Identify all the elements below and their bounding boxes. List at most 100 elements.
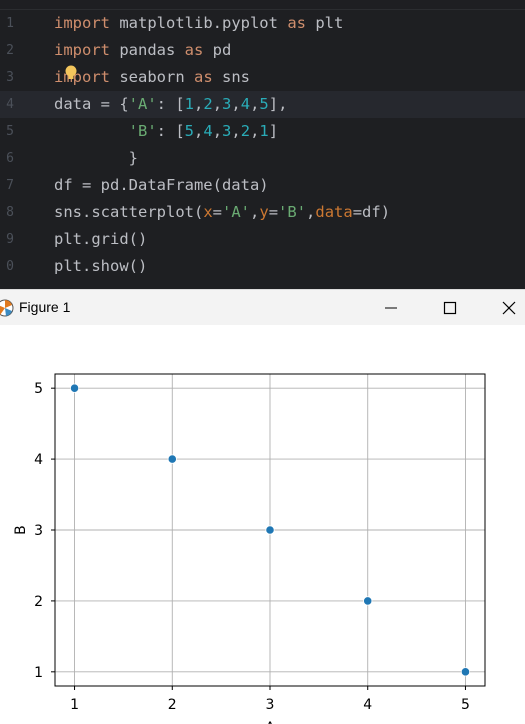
code-token: , [194,95,204,113]
code-token: import [54,41,110,59]
code-line[interactable]: 8 sns.scatterplot(x='A',y='B',data=df) [0,199,525,226]
maximize-button[interactable] [427,290,473,326]
code-token: 'B' [128,122,157,140]
code-token: = [212,203,222,221]
data-point [363,596,373,606]
code-text: import pandas as pd [54,37,231,64]
code-token: plt.grid() [54,230,148,248]
close-button[interactable] [486,290,525,326]
code-token: x [203,203,213,221]
lightbulb-icon[interactable] [64,65,78,81]
code-token: import [54,68,110,86]
line-number: 8 [6,205,14,220]
code-token: , [231,95,241,113]
code-text: plt.show() [54,253,147,280]
code-token: , [306,203,316,221]
code-token: data [315,203,353,221]
code-text: df = pd.DataFrame(data) [54,172,269,199]
minimize-button[interactable] [368,290,414,326]
window-title: Figure 1 [19,299,71,315]
code-token: ], [268,95,288,113]
code-token: sns [212,68,250,86]
code-token: 1 [184,95,194,113]
code-token: seaborn [110,68,194,86]
editor-top-strip [0,0,525,10]
code-token: , [250,203,260,221]
code-text: import seaborn as sns [54,64,250,91]
line-number: 9 [6,232,14,247]
code-token: import [54,14,110,32]
x-tick-label: 3 [266,697,275,713]
code-token: } [54,149,138,167]
code-token: , [194,122,204,140]
code-text: } [54,145,138,172]
close-icon [502,301,516,315]
x-tick-label: 1 [70,697,79,713]
line-number: 0 [6,259,14,274]
y-axis-label: B [13,525,29,535]
code-line[interactable]: 0 plt.show() [0,253,525,280]
code-token: 3 [222,122,232,140]
code-token: y [259,203,269,221]
code-token: 'B' [278,203,307,221]
code-line[interactable]: 6 } [0,145,525,172]
axis-ticks: 1 2 3 4 5 1 2 3 4 5 [34,381,470,713]
minimize-icon [385,307,397,309]
code-token: pandas [110,41,185,59]
line-number: 3 [6,70,14,85]
code-token: =df) [352,203,391,221]
code-token: plt.show() [54,257,148,275]
data-point [265,525,275,535]
code-token: , [212,95,223,113]
y-tick-label: 1 [34,665,43,681]
x-axis-label: A [265,720,275,724]
code-token: = [268,203,279,221]
code-line[interactable]: 9 plt.grid() [0,226,525,253]
line-number: 6 [6,151,14,166]
figure-canvas[interactable]: 1 2 3 4 5 1 2 3 4 5 A B [0,325,525,724]
matplotlib-app-icon [0,299,14,317]
line-number: 2 [6,43,14,58]
code-token: , [212,122,223,140]
scatter-chart: 1 2 3 4 5 1 2 3 4 5 A B [13,373,486,724]
code-token: ] [268,122,279,140]
x-tick-label: 2 [168,697,177,713]
code-token: , [231,122,241,140]
x-tick-label: 4 [363,697,372,713]
code-token: 2 [203,95,213,113]
code-token: 'A' [128,95,157,113]
y-tick-label: 2 [34,594,43,610]
code-line[interactable]: 3 import seaborn as sns [0,64,525,91]
code-token: 1 [259,122,269,140]
x-tick-label: 5 [461,697,470,713]
code-line[interactable]: 1 import matplotlib.pyplot as plt [0,10,525,37]
code-token: sns.scatterplot( [54,203,204,221]
code-line[interactable]: 2 import pandas as pd [0,37,525,64]
code-token: 4 [203,122,213,140]
code-editor[interactable]: 1 import matplotlib.pyplot as plt 2 import … [0,0,525,289]
code-text: plt.grid() [54,226,147,253]
data-point [167,454,177,464]
code-token: as [194,68,213,86]
code-token: 3 [222,95,232,113]
code-token: data = { [54,95,129,113]
code-token: matplotlib.pyplot [110,14,288,32]
code-line[interactable]: 7 df = pd.DataFrame(data) [0,172,525,199]
y-tick-label: 4 [34,452,43,468]
code-token: df = pd.DataFrame(data) [54,176,269,194]
code-token: plt [305,14,344,32]
y-tick-label: 5 [34,381,43,397]
code-token: 2 [240,122,251,140]
code-token: 'A' [222,203,250,221]
code-line[interactable]: 4 data = {'A': [1,2,3,4,5], [0,91,525,118]
line-number: 5 [6,124,14,139]
figure-titlebar[interactable]: Figure 1 [0,289,525,326]
code-token: 4 [240,95,251,113]
code-line[interactable]: 5 'B': [5,4,3,2,1] [0,118,525,145]
code-text: import matplotlib.pyplot as plt [54,10,343,37]
code-token: : [ [156,122,185,140]
code-token: pd [203,41,232,59]
code-token: 5 [259,95,269,113]
code-token: , [250,122,260,140]
